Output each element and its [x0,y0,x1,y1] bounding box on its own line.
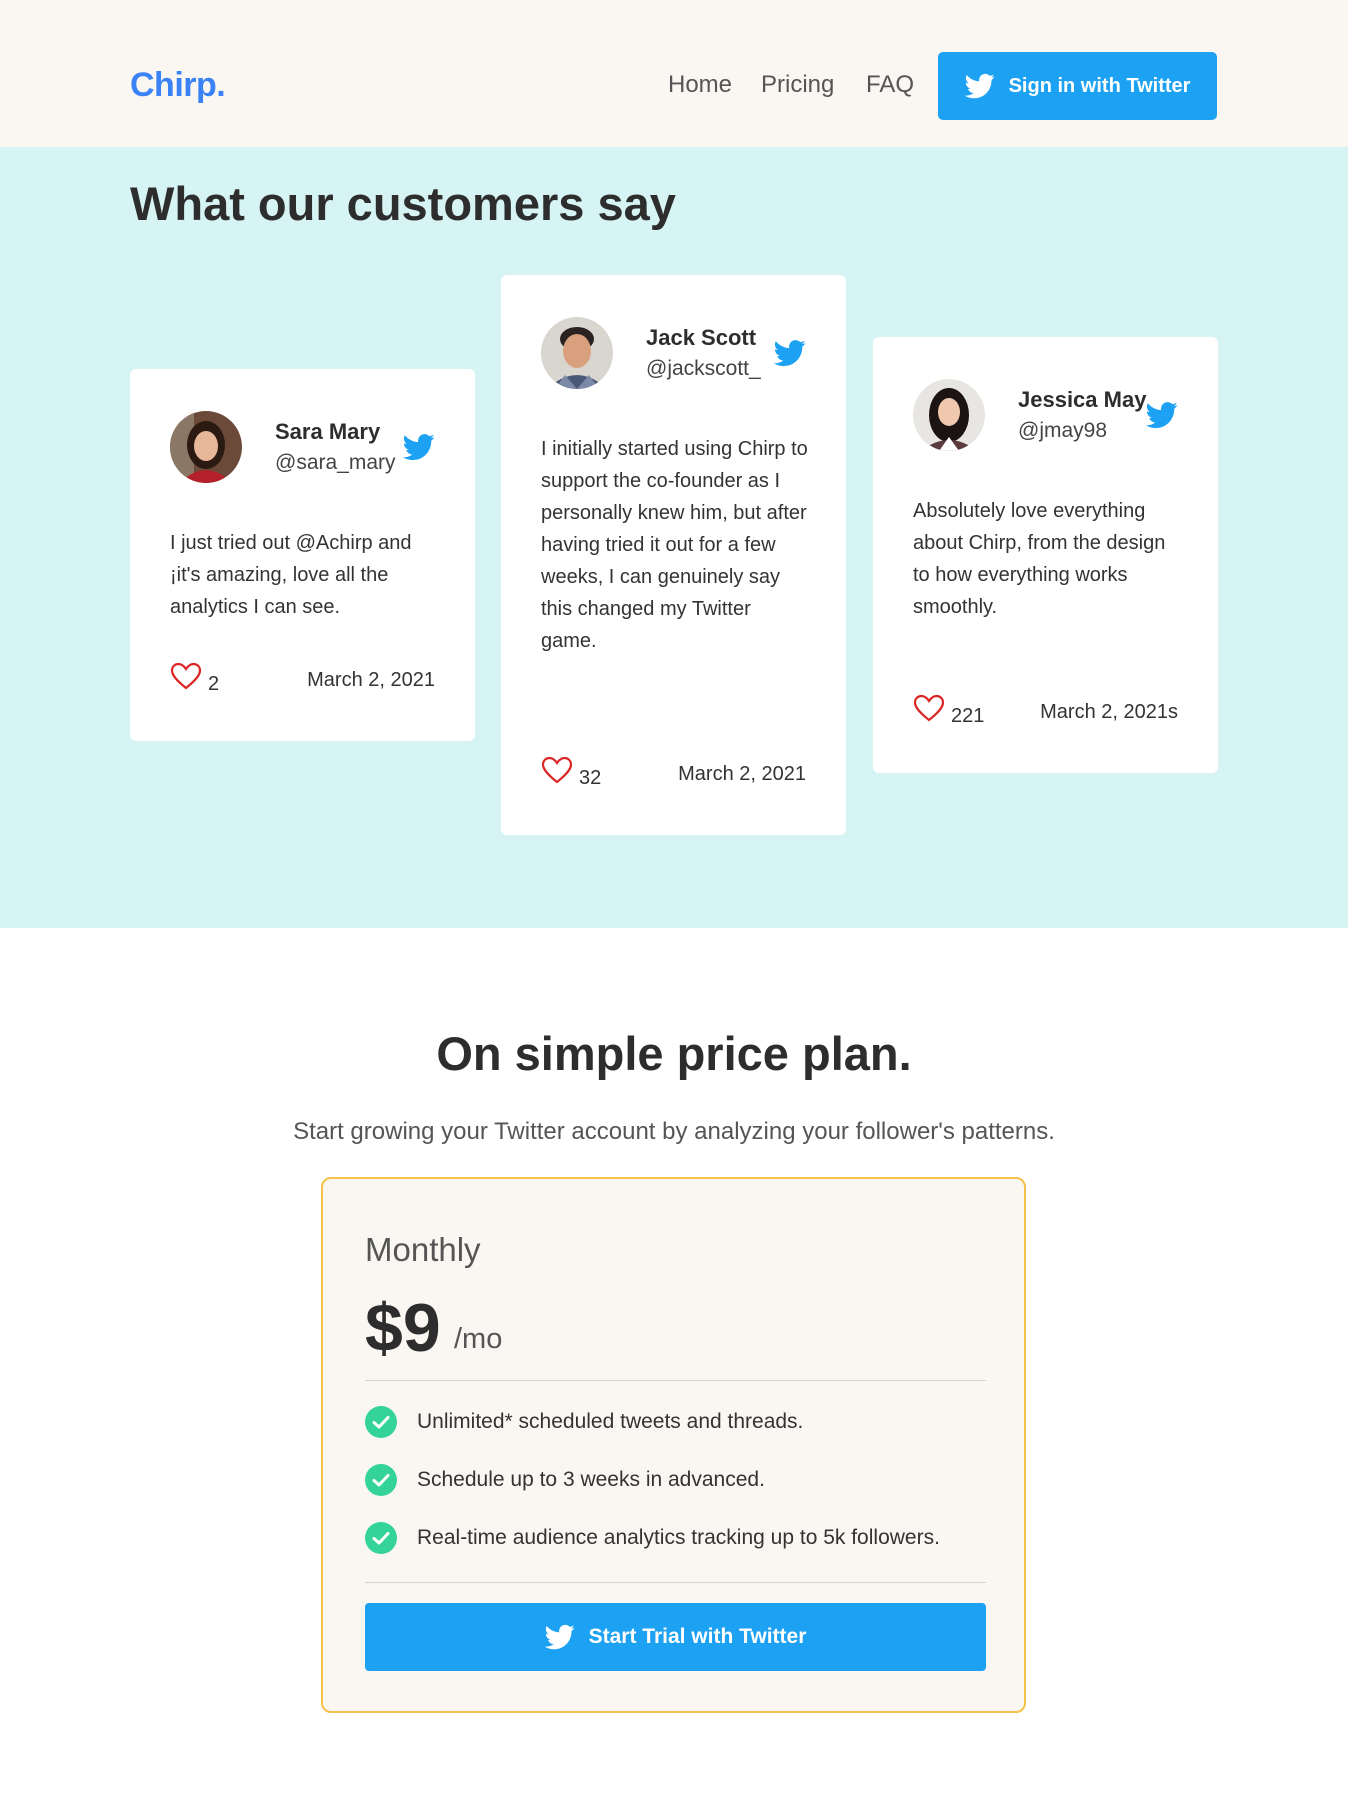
feature-item: Unlimited* scheduled tweets and threads. [365,1406,803,1438]
person-name: Jessica May [1018,387,1147,412]
nav-pricing-link[interactable]: Pricing [761,71,834,99]
check-circle-icon [365,1406,397,1438]
avatar [913,379,985,451]
pricing-card: Monthly $9 /mo Unlimited* scheduled twee… [321,1177,1026,1713]
price-unit: /mo [454,1323,503,1355]
heart-icon[interactable] [913,693,945,723]
price-amount: $9 [365,1290,441,1366]
feature-text: Unlimited* scheduled tweets and threads. [417,1410,804,1433]
testimonial-card: Jessica May @jmay98 Absolutely love ever… [873,337,1218,773]
person-handle[interactable]: @jmay98 [1018,419,1107,443]
twitter-bird-icon[interactable] [403,431,435,463]
twitter-bird-icon [964,73,995,99]
site-header: Chirp. Home Pricing FAQ Sign in with Twi… [0,0,1348,147]
logo[interactable]: Chirp. [130,66,226,105]
sign-in-with-twitter-button[interactable]: Sign in with Twitter [938,52,1217,120]
testimonials-title: What our customers say [130,177,676,230]
divider [365,1380,986,1381]
sign-in-label: Sign in with Twitter [1008,74,1191,97]
pricing-title: On simple price plan. [436,1027,912,1080]
check-circle-icon [365,1464,397,1496]
person-name: Jack Scott [646,325,757,350]
twitter-bird-icon [544,1624,575,1650]
testimonial-text: I initially started using Chirp to suppo… [541,438,808,652]
like-count: 221 [951,705,985,727]
nav-faq-link[interactable]: FAQ [866,71,914,99]
feature-text: Real-time audience analytics tracking up… [417,1526,940,1549]
check-circle-icon [365,1522,397,1554]
like-count: 2 [208,673,220,695]
twitter-bird-icon[interactable] [774,337,806,369]
avatar [541,317,613,389]
person-name: Sara Mary [275,419,381,444]
testimonial-text: I just tried out @Achirp and ¡it's amazi… [170,532,412,618]
testimonial-text: Absolutely love everything about Chirp, … [913,500,1166,618]
like-count: 32 [579,767,602,789]
testimonial-card: Sara Mary @sara_mary I just tried out @A… [130,369,475,741]
testimonial-date: March 2, 2021 [307,669,435,691]
twitter-bird-icon[interactable] [1146,399,1178,431]
heart-icon[interactable] [170,661,202,691]
testimonial-date: March 2, 2021 [678,763,806,785]
nav-home-link[interactable]: Home [668,71,732,99]
person-handle[interactable]: @sara_mary [275,451,396,475]
person-handle[interactable]: @jackscott_ [646,357,761,381]
pricing-subtitle: Start growing your Twitter account by an… [293,1118,1055,1145]
avatar [170,411,242,483]
divider [365,1582,986,1583]
start-trial-label: Start Trial with Twitter [588,1625,807,1648]
feature-text: Schedule up to 3 weeks in advanced. [417,1468,765,1491]
heart-icon[interactable] [541,755,573,785]
plan-name: Monthly [365,1231,481,1268]
start-trial-button[interactable]: Start Trial with Twitter [365,1603,986,1671]
testimonial-date: March 2, 2021s [1040,701,1178,723]
feature-item: Schedule up to 3 weeks in advanced. [365,1464,765,1496]
testimonial-card: Jack Scott @jackscott_ I initially start… [501,275,846,835]
feature-item: Real-time audience analytics tracking up… [365,1522,940,1554]
